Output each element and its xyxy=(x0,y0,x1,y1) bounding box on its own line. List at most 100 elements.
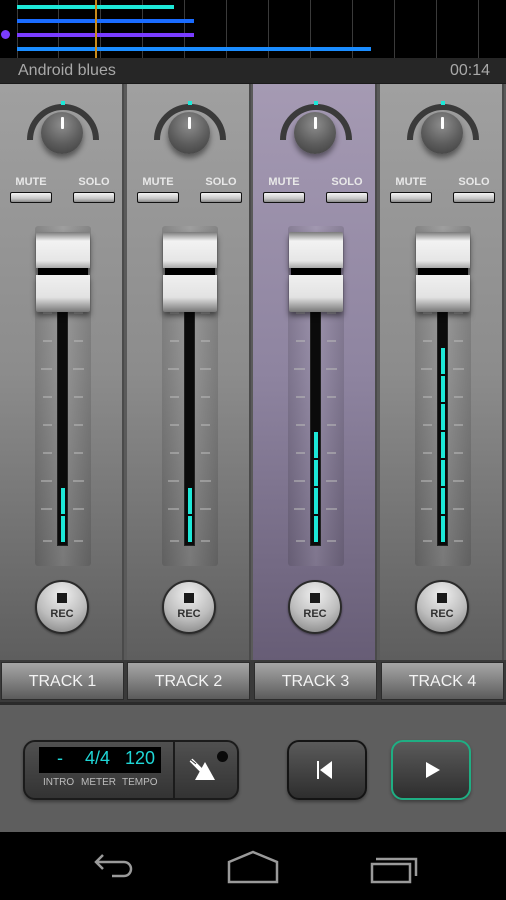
meter-segment xyxy=(441,404,445,430)
track-2-button[interactable]: TRACK 2 xyxy=(127,662,250,700)
meter-segment xyxy=(314,516,318,542)
meter-segment xyxy=(441,376,445,402)
fader-scale-tick xyxy=(421,480,432,482)
solo-button[interactable] xyxy=(453,192,495,203)
song-title[interactable]: Android blues xyxy=(18,62,116,80)
volume-fader-handle[interactable] xyxy=(416,231,470,312)
timeline-clip-track-2[interactable] xyxy=(17,19,194,23)
pan-knob[interactable] xyxy=(421,112,463,154)
fader-scale-tick xyxy=(201,340,210,342)
fader-cap-top xyxy=(36,232,90,268)
fader-scale-tick xyxy=(201,396,210,398)
arrangement-timeline[interactable] xyxy=(0,0,506,58)
pan-indicator xyxy=(61,101,65,105)
intro-value: - xyxy=(57,748,63,768)
fader-scale-tick xyxy=(43,396,52,398)
mute-button[interactable] xyxy=(390,192,432,203)
track-1-button[interactable]: TRACK 1 xyxy=(1,662,124,700)
pan-knob[interactable] xyxy=(168,112,210,154)
fader-cap-bottom xyxy=(416,274,470,312)
fader-scale-tick xyxy=(454,540,463,542)
track-3-button[interactable]: TRACK 3 xyxy=(254,662,377,700)
record-arm-button[interactable]: REC xyxy=(415,580,469,634)
mixer-strip-track-1[interactable]: MUTE SOLO REC xyxy=(0,84,124,660)
fader-scale-tick xyxy=(326,368,337,370)
fader-scale-tick xyxy=(421,508,432,510)
metronome-button[interactable] xyxy=(175,742,237,798)
tempo-value: 120 xyxy=(125,748,156,768)
volume-fader-handle[interactable] xyxy=(289,232,343,312)
fader-cap-top xyxy=(289,232,343,268)
solo-label: SOLO xyxy=(458,176,490,188)
fader-scale-tick xyxy=(73,480,84,482)
meter-segment xyxy=(441,348,445,374)
fader-cap-bottom xyxy=(36,275,90,312)
mixer-strip-track-3[interactable]: MUTE SOLO REC xyxy=(253,84,377,660)
fader-scale-tick xyxy=(200,480,211,482)
rec-label: REC xyxy=(430,608,454,620)
volume-fader-handle[interactable] xyxy=(163,231,217,312)
fader-scale-tick xyxy=(41,508,52,510)
solo-button[interactable] xyxy=(73,192,115,203)
fader-scale-tick xyxy=(453,508,464,510)
fader-scale-tick xyxy=(454,424,463,426)
fader-scale-tick xyxy=(423,312,432,314)
solo-label: SOLO xyxy=(331,176,363,188)
record-arm-button[interactable]: REC xyxy=(162,580,216,634)
timeline-clip-track-4[interactable] xyxy=(17,47,371,51)
fader-scale-tick xyxy=(454,340,463,342)
solo-button[interactable] xyxy=(326,192,368,203)
pan-knob[interactable] xyxy=(294,112,336,154)
fader-scale-tick xyxy=(327,452,336,454)
track-4-button[interactable]: TRACK 4 xyxy=(381,662,504,700)
fader-scale-tick xyxy=(43,340,52,342)
solo-button[interactable] xyxy=(200,192,242,203)
meter-segment xyxy=(314,460,318,486)
recent-apps-icon[interactable] xyxy=(370,850,422,884)
home-icon[interactable] xyxy=(226,850,280,884)
tempo-label: TEMPO xyxy=(122,777,158,788)
mute-button[interactable] xyxy=(263,192,305,203)
fader-scale-tick xyxy=(170,396,179,398)
pan-knob[interactable] xyxy=(41,112,83,154)
mute-button[interactable] xyxy=(10,192,52,203)
track-tabs: TRACK 1 TRACK 2 TRACK 3 TRACK 4 xyxy=(0,660,506,702)
mute-button[interactable] xyxy=(137,192,179,203)
fader-scale-tick xyxy=(41,480,52,482)
lcd-display[interactable]: - 4/4 120 xyxy=(39,747,161,773)
record-arm-button[interactable]: REC xyxy=(35,580,89,634)
fader-scale-tick xyxy=(454,312,463,314)
fader-scale-tick xyxy=(168,368,179,370)
meter-label: METER xyxy=(81,777,116,788)
fader-cap-line xyxy=(291,268,341,275)
fader-cap-top xyxy=(163,231,217,268)
meter-segment xyxy=(441,460,445,486)
record-icon xyxy=(184,593,194,603)
fader-scale-tick xyxy=(327,340,336,342)
grid-line xyxy=(394,0,395,58)
play-button[interactable] xyxy=(391,740,471,800)
fader-scale-tick xyxy=(454,396,463,398)
fader-scale-tick xyxy=(170,540,179,542)
mixer-strip-track-4[interactable]: MUTE SOLO REC xyxy=(380,84,504,660)
rewind-button[interactable] xyxy=(287,740,367,800)
fader-scale-tick xyxy=(327,312,336,314)
playhead[interactable] xyxy=(95,0,97,58)
mixer-strip-track-2[interactable]: MUTE SOLO REC xyxy=(127,84,251,660)
timeline-clip-track-3[interactable] xyxy=(17,33,194,37)
record-arm-button[interactable]: REC xyxy=(288,580,342,634)
fader-scale-tick xyxy=(201,452,210,454)
fader-scale-tick xyxy=(43,452,52,454)
record-icon xyxy=(310,593,320,603)
back-icon[interactable] xyxy=(86,850,138,884)
fader-scale-tick xyxy=(201,424,210,426)
knob-pointer xyxy=(314,117,317,129)
skip-to-start-icon xyxy=(317,761,332,779)
fader-scale-tick xyxy=(453,480,464,482)
fader-scale-tick xyxy=(74,540,83,542)
fader-scale-tick xyxy=(43,540,52,542)
volume-fader-handle[interactable] xyxy=(36,232,90,312)
fader-scale-tick xyxy=(423,340,432,342)
fader-scale-tick xyxy=(43,312,52,314)
rec-label: REC xyxy=(50,608,74,620)
